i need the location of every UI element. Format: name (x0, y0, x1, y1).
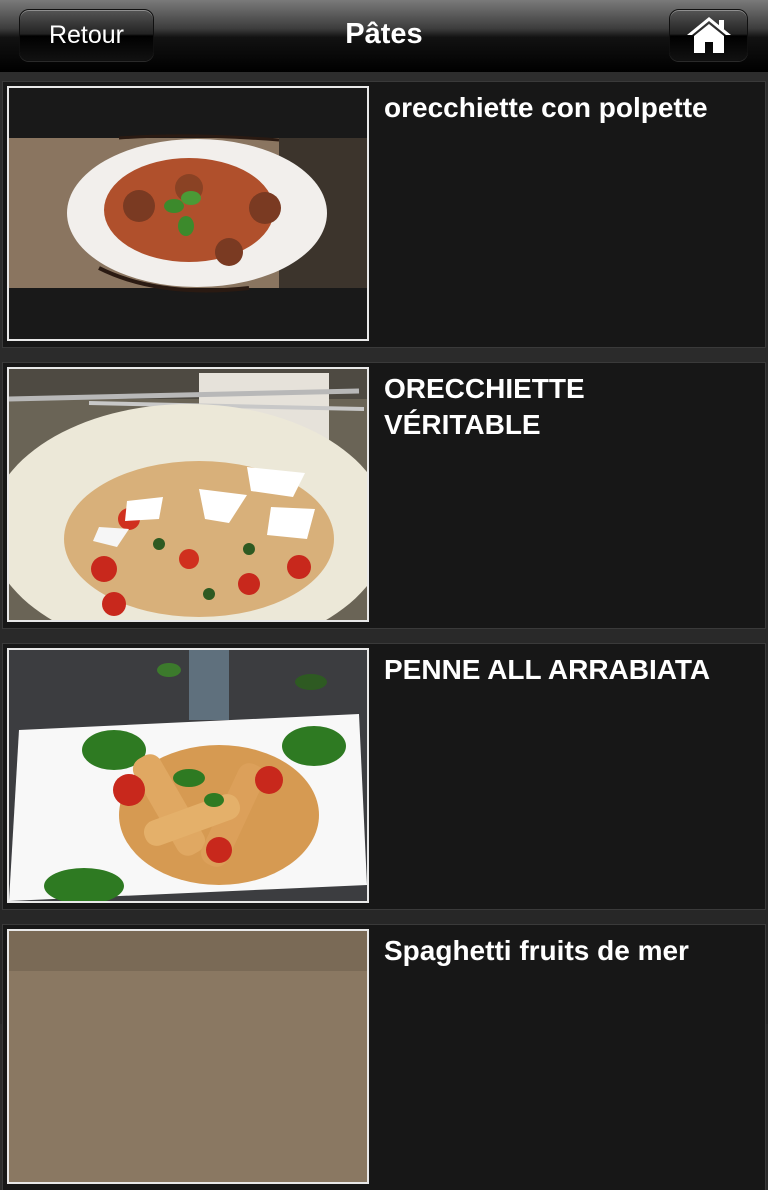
dish-photo (7, 929, 369, 1184)
dish-title: Spaghetti fruits de mer (384, 935, 689, 966)
list-item[interactable]: orecchiette con polpette (3, 82, 765, 347)
list-item[interactable]: Spaghetti fruits de mer (3, 925, 765, 1190)
dish-photo (7, 86, 369, 341)
dish-list: orecchiette con polpette ORECCHIETTE VÉR… (0, 72, 768, 1190)
dish-photo (7, 648, 369, 903)
dish-title: PENNE ALL ARRABIATA (384, 654, 711, 685)
back-button[interactable]: Retour (19, 9, 154, 61)
dish-title: orecchiette con polpette (384, 92, 708, 123)
dish-title: ORECCHIETTE VÉRITABLE (384, 373, 585, 440)
list-item[interactable]: ORECCHIETTE VÉRITABLE (3, 363, 765, 628)
back-button-label: Retour (48, 20, 125, 49)
home-button[interactable] (669, 9, 748, 61)
dish-photo (7, 367, 369, 622)
navigation-bar: Retour Pâtes (0, 0, 768, 73)
home-icon (686, 17, 731, 53)
list-item[interactable]: PENNE ALL ARRABIATA (3, 644, 765, 909)
page-title: Pâtes (345, 18, 423, 50)
